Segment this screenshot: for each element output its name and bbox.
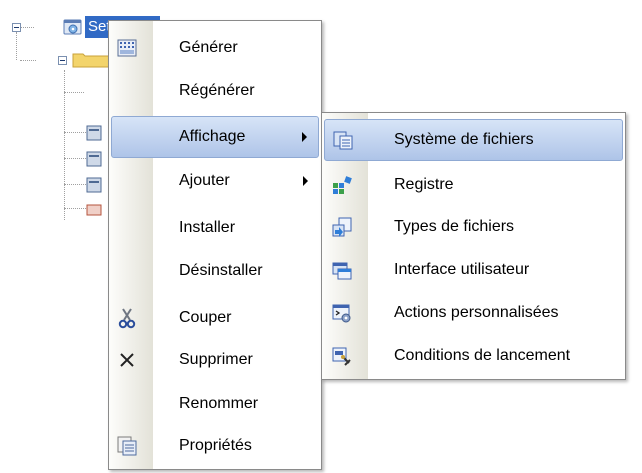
menu-item-proprietes[interactable]: Propriétés <box>109 425 321 467</box>
tree-line <box>64 208 86 209</box>
custom-actions-editor-icon <box>330 301 354 325</box>
build-icon <box>115 36 139 60</box>
tree-line <box>16 32 17 60</box>
editor-icon <box>86 204 102 216</box>
menu-item-label: Couper <box>179 309 232 326</box>
context-menu: Générer Régénérer Affichage Ajouter Inst… <box>108 20 322 470</box>
tree-line <box>64 184 86 185</box>
file-types-editor-icon <box>330 215 354 239</box>
menu-item-installer[interactable]: Installer <box>109 207 321 249</box>
editor-icon <box>86 151 102 167</box>
menu-item-label: Ajouter <box>179 172 230 189</box>
menu-item-label: Affichage <box>179 128 246 145</box>
tree-line <box>64 132 86 133</box>
submenu-item-types-de-fichiers[interactable]: Types de fichiers <box>322 206 625 248</box>
submenu-item-conditions-de-lancement[interactable]: Conditions de lancement <box>322 335 625 377</box>
submenu-arrow-icon <box>302 132 307 142</box>
tree-line <box>20 60 36 61</box>
menu-item-renommer[interactable]: Renommer <box>109 383 321 425</box>
submenu-item-label: Interface utilisateur <box>394 261 530 278</box>
submenu-item-actions-personnalisees[interactable]: Actions personnalisées <box>322 292 625 334</box>
tree-line <box>64 158 86 159</box>
tree-line <box>64 92 84 93</box>
menu-item-label: Régénérer <box>179 82 255 99</box>
submenu-item-registre[interactable]: Registre <box>322 164 625 206</box>
menu-item-label: Supprimer <box>179 351 253 368</box>
launch-conditions-editor-icon <box>330 344 354 368</box>
menu-item-label: Installer <box>179 219 236 236</box>
editor-icon <box>86 177 102 193</box>
folder-icon <box>72 53 110 68</box>
user-interface-editor-icon <box>330 258 354 282</box>
menu-item-label: Désinstaller <box>179 262 263 279</box>
tree-line <box>20 27 34 28</box>
menu-item-couper[interactable]: Couper <box>109 297 321 339</box>
menu-item-supprimer[interactable]: Supprimer <box>109 339 321 381</box>
menu-item-label: Renommer <box>179 395 259 412</box>
affichage-submenu: Système de fichiers Registre Types de fi… <box>321 112 626 380</box>
submenu-item-label: Registre <box>394 176 454 193</box>
menu-item-regenerer[interactable]: Régénérer <box>109 70 321 112</box>
submenu-item-label: Système de fichiers <box>394 131 534 148</box>
submenu-item-label: Actions personnalisées <box>394 304 559 321</box>
menu-item-label: Générer <box>179 39 238 56</box>
collapse-toggle[interactable] <box>58 56 67 65</box>
menu-item-generer[interactable]: Générer <box>109 27 321 69</box>
properties-icon <box>115 434 139 458</box>
submenu-item-interface-utilisateur[interactable]: Interface utilisateur <box>322 249 625 291</box>
collapse-toggle[interactable] <box>12 23 21 32</box>
menu-item-affichage[interactable]: Affichage <box>111 116 319 158</box>
submenu-item-label: Types de fichiers <box>394 218 515 235</box>
submenu-item-label: Conditions de lancement <box>394 347 571 364</box>
editor-icon <box>86 125 102 141</box>
menu-item-ajouter[interactable]: Ajouter <box>109 160 321 202</box>
scissors-icon <box>115 306 139 330</box>
menu-item-desinstaller[interactable]: Désinstaller <box>109 250 321 292</box>
setup-project-icon <box>63 19 82 35</box>
registry-editor-icon <box>330 173 354 197</box>
menu-item-label: Propriétés <box>179 437 252 454</box>
file-system-editor-icon <box>331 128 355 152</box>
delete-x-icon <box>115 348 139 372</box>
submenu-item-systeme-de-fichiers[interactable]: Système de fichiers <box>324 119 623 161</box>
submenu-arrow-icon <box>303 176 308 186</box>
